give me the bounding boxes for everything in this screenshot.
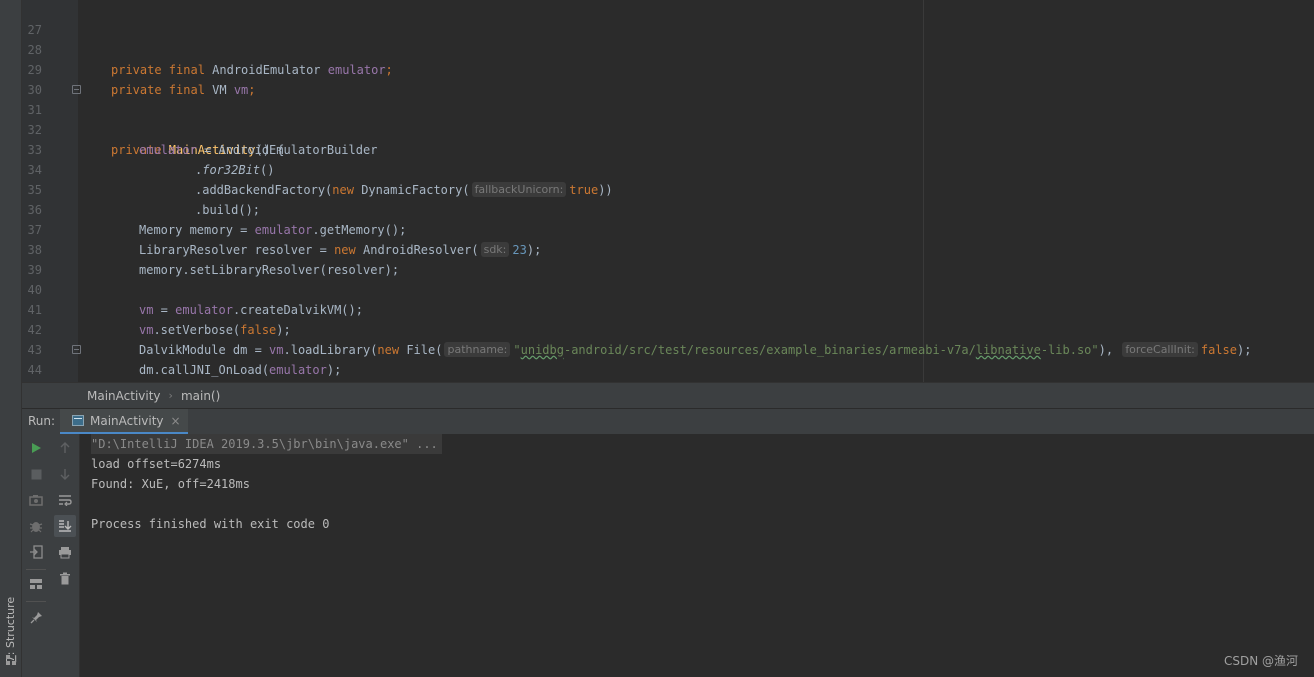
arrow-down-icon xyxy=(60,469,70,480)
watermark: CSDN @渔河 xyxy=(1223,654,1298,668)
tab-label: MainActivity xyxy=(90,413,164,428)
code-line: 40 vm = emulator.createDalvikVM(); xyxy=(22,260,1314,317)
code-line: 27 xyxy=(22,0,1314,37)
breadcrumb-item-class[interactable]: MainActivity xyxy=(87,389,161,403)
code-line: 31 private MainActivity() { xyxy=(22,80,1314,157)
code-line: 38 memory.setLibraryResolver(resolver); xyxy=(22,220,1314,277)
scroll-to-end-button[interactable] xyxy=(54,515,76,537)
code-line: 33 .for32Bit() xyxy=(22,120,1314,177)
console-line: Found: XuE, off=2418ms xyxy=(91,477,250,491)
code-line: 29 private final VM vm; xyxy=(22,40,1314,97)
layout-button[interactable] xyxy=(25,573,47,595)
debug-button[interactable] xyxy=(25,515,47,537)
trash-icon xyxy=(60,572,70,584)
code-line: 34 .addBackendFactory(new DynamicFactory… xyxy=(22,140,1314,197)
code-line: 28 private final AndroidEmulator emulato… xyxy=(22,20,1314,77)
pin-tab-button[interactable] xyxy=(25,606,47,628)
structure-tab-label: 7: Structure xyxy=(4,596,18,662)
play-icon xyxy=(32,443,41,453)
fold-expand-icon[interactable] xyxy=(72,345,81,354)
run-tool-window-header: Run: MainActivity × xyxy=(22,408,1314,435)
rerun-button[interactable] xyxy=(25,437,47,459)
toolbar-separator xyxy=(26,601,46,602)
soft-wrap-button[interactable] xyxy=(54,489,76,511)
console-command-line[interactable]: "D:\IntelliJ IDEA 2019.3.5\jbr\bin\java.… xyxy=(91,434,442,454)
toolbar-separator xyxy=(26,569,46,570)
print-button[interactable] xyxy=(54,541,76,563)
code-line: 41 vm.setVerbose(false); xyxy=(22,280,1314,337)
console-line: Process finished with exit code 0 xyxy=(91,517,330,531)
layout-icon xyxy=(30,579,42,589)
code-line: 37 LibraryResolver resolver = new Androi… xyxy=(22,200,1314,257)
breadcrumb-item-method[interactable]: main() xyxy=(181,389,220,403)
stop-icon xyxy=(31,469,41,479)
stop-button[interactable] xyxy=(25,463,47,485)
structure-icon xyxy=(6,655,16,665)
pin-icon xyxy=(30,611,42,623)
code-line: 45 xyxy=(22,360,1314,380)
code-line: 32 emulator = AndroidEmulatorBuilder xyxy=(22,100,1314,157)
run-console[interactable]: "D:\IntelliJ IDEA 2019.3.5\jbr\bin\java.… xyxy=(80,434,1314,677)
code-line: 43 dm.callJNI_OnLoad(emulator); xyxy=(22,320,1314,377)
console-line: load offset=6274ms xyxy=(91,457,222,471)
previous-occurrence-button[interactable] xyxy=(54,437,76,459)
scroll-to-end-icon xyxy=(59,520,72,532)
code-line: 44 } xyxy=(22,340,1314,377)
bug-icon xyxy=(29,522,43,533)
clear-all-button[interactable] xyxy=(54,567,76,589)
arrow-up-icon xyxy=(60,442,70,453)
left-tool-strip: 7: Structure xyxy=(0,0,22,677)
code-line: 42 DalvikModule dm = vm.loadLibrary(new … xyxy=(22,300,1314,357)
fold-collapse-icon[interactable] xyxy=(72,85,81,94)
close-icon[interactable]: × xyxy=(171,414,181,428)
next-occurrence-button[interactable] xyxy=(54,463,76,485)
login-icon xyxy=(30,545,43,559)
run-toolbar-primary xyxy=(22,434,50,677)
code-line: 30 xyxy=(22,60,1314,97)
dump-threads-button[interactable] xyxy=(25,489,47,511)
code-line: 39 xyxy=(22,240,1314,277)
breadcrumb: MainActivity › main() xyxy=(22,382,1314,408)
printer-icon xyxy=(59,546,71,558)
code-line: 35 .build(); xyxy=(22,160,1314,217)
breadcrumb-separator: › xyxy=(168,389,173,402)
run-title: Run: xyxy=(28,414,56,428)
console-icon xyxy=(72,415,84,426)
code-editor[interactable]: 27 28 private final AndroidEmulator emul… xyxy=(22,0,1314,382)
tab-main-activity[interactable]: MainActivity × xyxy=(60,409,188,435)
restore-layout-button[interactable] xyxy=(25,541,47,563)
code-line: 36 Memory memory = emulator.getMemory(); xyxy=(22,180,1314,237)
run-toolbar-secondary xyxy=(50,434,80,677)
camera-icon xyxy=(29,495,43,506)
soft-wrap-icon xyxy=(59,495,72,506)
